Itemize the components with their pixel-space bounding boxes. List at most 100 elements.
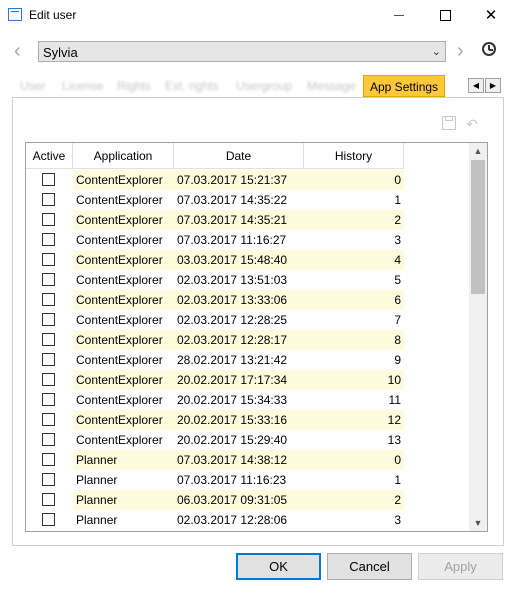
tab-usergroup[interactable]: Usergroup <box>236 76 292 96</box>
app-settings-table: Active Application Date History ContentE… <box>25 142 488 532</box>
table-row[interactable]: Planner 07.03.2017 14:38:12 0 <box>26 450 404 470</box>
table-row[interactable]: ContentExplorer 07.03.2017 11:16:27 3 <box>26 230 404 250</box>
title-bar: Edit user ✕ <box>0 0 514 30</box>
tab-message[interactable]: Message <box>307 76 356 96</box>
history-cell: 10 <box>304 370 404 390</box>
date-cell: 20.02.2017 15:29:40 <box>177 433 288 447</box>
table-row[interactable]: ContentExplorer 07.03.2017 15:21:37 0 <box>26 170 404 190</box>
active-checkbox[interactable] <box>42 173 55 186</box>
active-checkbox[interactable] <box>42 233 55 246</box>
application-cell: ContentExplorer <box>73 370 174 390</box>
active-cell <box>26 170 73 190</box>
user-select-value: Sylvia <box>43 45 78 60</box>
column-header-application[interactable]: Application <box>73 143 174 169</box>
column-header-date[interactable]: Date <box>174 143 304 169</box>
date-cell: 02.03.2017 12:28:17 <box>174 330 304 350</box>
table-header: Active Application Date History <box>26 143 404 169</box>
active-checkbox[interactable] <box>42 313 55 326</box>
table-row[interactable]: ContentExplorer 02.03.2017 13:51:03 5 <box>26 270 404 290</box>
column-header-history[interactable]: History <box>304 143 404 169</box>
active-checkbox[interactable] <box>42 393 55 406</box>
active-checkbox[interactable] <box>42 353 55 366</box>
active-checkbox[interactable] <box>42 433 55 446</box>
undo-icon[interactable]: ↶ <box>466 116 478 133</box>
history-cell: 1 <box>394 473 401 487</box>
table-row[interactable]: Planner 02.03.2017 12:28:06 3 <box>26 510 404 530</box>
next-user-button[interactable]: › <box>457 40 464 63</box>
active-checkbox[interactable] <box>42 453 55 466</box>
history-cell: 2 <box>304 210 404 230</box>
active-checkbox[interactable] <box>42 273 55 286</box>
apply-button[interactable]: Apply <box>418 553 503 580</box>
active-cell <box>26 430 73 450</box>
ok-button[interactable]: OK <box>236 553 321 580</box>
history-cell: 0 <box>304 170 404 190</box>
table-row[interactable]: ContentExplorer 20.02.2017 15:33:16 12 <box>26 410 404 430</box>
previous-user-button[interactable]: ‹ <box>14 40 21 63</box>
history-cell: 11 <box>388 393 401 407</box>
application-cell: ContentExplorer <box>73 410 174 430</box>
table-row[interactable]: ContentExplorer 02.03.2017 12:28:17 8 <box>26 330 404 350</box>
table-row[interactable]: ContentExplorer 28.02.2017 13:21:42 9 <box>26 350 404 370</box>
active-checkbox[interactable] <box>42 293 55 306</box>
tab-scroll-left-button[interactable]: ◀ <box>468 78 484 93</box>
date-cell: 02.03.2017 13:33:06 <box>174 290 304 310</box>
active-checkbox[interactable] <box>42 213 55 226</box>
tab-license[interactable]: License <box>62 76 103 96</box>
table-row[interactable]: ContentExplorer 07.03.2017 14:35:22 1 <box>26 190 404 210</box>
cancel-button[interactable]: Cancel <box>327 553 412 580</box>
active-checkbox[interactable] <box>42 413 55 426</box>
date-cell: 07.03.2017 11:16:23 <box>177 473 287 487</box>
active-cell <box>26 490 73 510</box>
minimize-icon <box>394 14 404 16</box>
vertical-scrollbar[interactable]: ▲ ▼ <box>469 143 487 531</box>
date-cell: 28.02.2017 13:21:42 <box>177 353 288 367</box>
column-header-active[interactable]: Active <box>26 143 73 169</box>
history-cell: 3 <box>394 513 401 527</box>
maximize-button[interactable] <box>422 0 468 30</box>
history-cell: 13 <box>387 433 401 447</box>
active-checkbox[interactable] <box>42 373 55 386</box>
tab-user[interactable]: User <box>20 76 45 96</box>
save-icon[interactable] <box>442 116 456 130</box>
tab-rights[interactable]: Rights <box>117 76 151 96</box>
tab-ext-rights[interactable]: Ext. rights <box>165 76 218 96</box>
application-cell: ContentExplorer <box>73 170 174 190</box>
active-cell <box>26 290 73 310</box>
application-cell: ContentExplorer <box>73 330 174 350</box>
history-cell: 12 <box>304 410 404 430</box>
active-checkbox[interactable] <box>42 493 55 506</box>
active-checkbox[interactable] <box>42 193 55 206</box>
table-row[interactable]: ContentExplorer 20.02.2017 17:17:34 10 <box>26 370 404 390</box>
date-cell: 20.02.2017 17:17:34 <box>174 370 304 390</box>
active-checkbox[interactable] <box>42 513 55 526</box>
table-row[interactable]: Planner 06.03.2017 09:31:05 2 <box>26 490 404 510</box>
table-row[interactable]: Planner 07.03.2017 11:16:23 1 <box>26 470 404 490</box>
active-checkbox[interactable] <box>42 473 55 486</box>
table-row[interactable]: ContentExplorer 02.03.2017 12:28:25 7 <box>26 310 404 330</box>
table-row[interactable]: ContentExplorer 02.03.2017 13:33:06 6 <box>26 290 404 310</box>
history-clock-icon[interactable] <box>482 42 496 56</box>
table-row[interactable]: ContentExplorer 07.03.2017 14:35:21 2 <box>26 210 404 230</box>
scrollbar-thumb[interactable] <box>471 160 485 294</box>
tab-app-settings[interactable]: App Settings <box>363 75 446 97</box>
scroll-up-icon[interactable]: ▲ <box>469 143 487 159</box>
application-cell: Planner <box>73 490 174 510</box>
application-cell: ContentExplorer <box>76 273 163 287</box>
user-select[interactable]: Sylvia ⌄ <box>38 41 446 62</box>
minimize-button[interactable] <box>376 0 422 30</box>
table-row[interactable]: ContentExplorer 20.02.2017 15:34:33 11 <box>26 390 404 410</box>
table-row[interactable]: ContentExplorer 03.03.2017 15:48:40 4 <box>26 250 404 270</box>
active-checkbox[interactable] <box>42 333 55 346</box>
application-cell: ContentExplorer <box>76 433 163 447</box>
scroll-down-icon[interactable]: ▼ <box>469 515 487 531</box>
active-cell <box>26 410 73 430</box>
close-button[interactable]: ✕ <box>468 0 514 30</box>
active-cell <box>26 250 73 270</box>
tab-scroll-right-button[interactable]: ▶ <box>485 78 501 93</box>
active-cell <box>26 270 73 290</box>
application-cell: Planner <box>76 513 118 527</box>
date-cell: 03.03.2017 15:48:40 <box>174 250 304 270</box>
active-checkbox[interactable] <box>42 253 55 266</box>
table-row[interactable]: ContentExplorer 20.02.2017 15:29:40 13 <box>26 430 404 450</box>
